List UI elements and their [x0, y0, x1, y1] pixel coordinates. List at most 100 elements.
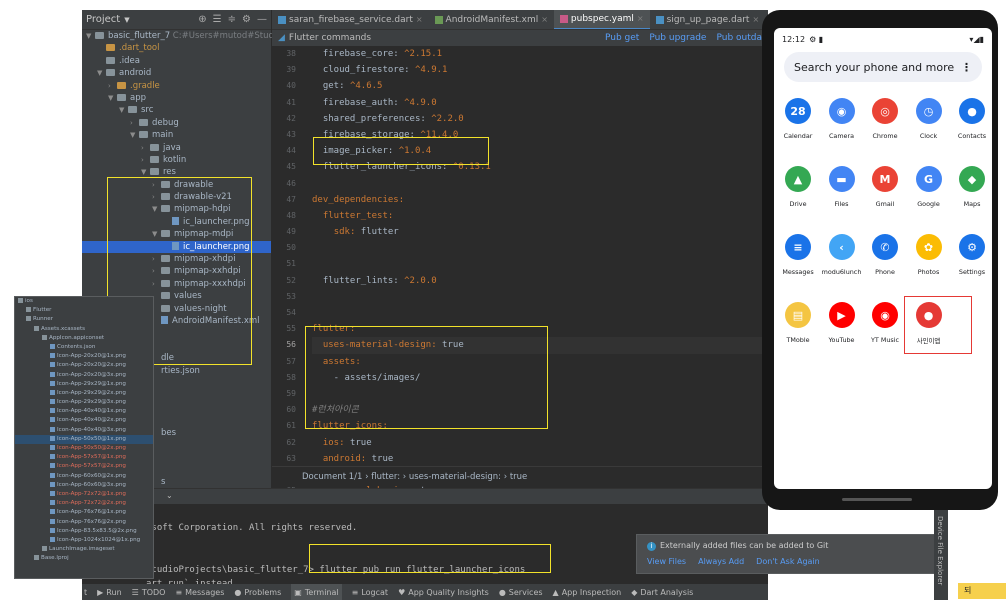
expand-icon[interactable]: ≑	[228, 14, 236, 25]
editor-tab[interactable]: pubspec.yaml ×	[553, 10, 650, 29]
ios-tree-item: Icon-App-20x20@2x.png	[15, 361, 153, 370]
chevron-down-icon[interactable]: ⌄	[166, 491, 173, 500]
tool-window-app-quality-insights[interactable]: ♥ App Quality Insights	[398, 588, 489, 597]
code-line[interactable]: firebase_core: ^2.15.1	[312, 46, 762, 62]
tool-window-run[interactable]: ▶ Run	[97, 588, 122, 597]
app-icon-google[interactable]: G Google	[907, 166, 951, 208]
search-bar[interactable]: Search your phone and more ⋮	[784, 52, 982, 82]
chevron-right-icon[interactable]: ›	[141, 154, 150, 166]
app-icon-messages[interactable]: ≡ Messages	[776, 234, 820, 276]
code-line[interactable]: sdk: flutter	[312, 224, 762, 240]
file-icon	[50, 518, 55, 524]
code-line[interactable]: flutter_lints: ^2.0.0	[312, 273, 762, 289]
app-icon-files[interactable]: ▬ Files	[820, 166, 864, 208]
notification-link[interactable]: Always Add	[698, 557, 744, 566]
minimize-icon[interactable]: —	[257, 14, 267, 25]
code-line[interactable]: dev_dependencies:	[312, 192, 762, 208]
code-line[interactable]: shared_preferences: ^2.2.0	[312, 111, 762, 127]
collapse-icon[interactable]: ☰	[213, 14, 222, 25]
chevron-down-icon[interactable]: ▼	[119, 104, 128, 116]
code-line[interactable]	[312, 289, 762, 305]
chevron-down-icon[interactable]: ▼	[108, 92, 117, 104]
line-number: 59	[286, 388, 296, 398]
editor-tab[interactable]: saran_firebase_service.dart ×	[272, 10, 429, 29]
tree-item[interactable]: › debug	[82, 117, 271, 129]
tool-window-terminal[interactable]: ▣ Terminal	[291, 584, 342, 600]
close-icon[interactable]: ×	[637, 10, 644, 29]
editor-tab[interactable]: AndroidManifest.xml ×	[429, 10, 554, 29]
gesture-nav-bar[interactable]	[842, 498, 912, 501]
flutter-command-link[interactable]: Pub get	[605, 33, 639, 43]
close-icon[interactable]: ×	[752, 10, 759, 29]
ios-tree-item: AppIcon.appiconset	[15, 334, 153, 343]
tree-item[interactable]: .idea	[82, 55, 271, 67]
emulator-screen[interactable]: 12:12 ⚙ ▮ ▾◢▮ Search your phone and more…	[774, 28, 992, 489]
tool-window-problems[interactable]: ● Problems	[234, 588, 281, 597]
tool-window-messages[interactable]: ≡ Messages	[175, 588, 224, 597]
code-line[interactable]: flutter_test:	[312, 208, 762, 224]
edge-button[interactable]: 되	[958, 583, 1006, 599]
app-icon-yt-music[interactable]: ◉ YT Music	[863, 302, 907, 344]
editor-tab[interactable]: sign_up_page.dart ×	[650, 10, 766, 29]
flutter-command-link[interactable]: Pub outda	[716, 33, 762, 43]
app-icon-maps[interactable]: ◆ Maps	[950, 166, 992, 208]
chevron-right-icon[interactable]: ›	[130, 117, 139, 129]
tool-window-dart-analysis[interactable]: ◆ Dart Analysis	[631, 588, 693, 597]
app-icon-modu6lunch[interactable]: ‹ modu6lunch	[820, 234, 864, 276]
tree-item[interactable]: ▼ basic_flutter_7 C:#Users#mutod#StudioPr…	[82, 30, 327, 42]
tree-item[interactable]: ▼ src	[82, 104, 271, 116]
close-icon[interactable]: ×	[541, 10, 548, 29]
code-line[interactable]	[312, 240, 762, 256]
tree-item[interactable]: ▼ app	[82, 92, 271, 104]
app-icon-calendar[interactable]: 28 Calendar	[776, 98, 820, 140]
chevron-right-icon[interactable]: ›	[141, 142, 150, 154]
app-icon-chrome[interactable]: ◎ Chrome	[863, 98, 907, 140]
chevron-down-icon[interactable]: ▼	[124, 16, 129, 24]
chevron-down-icon[interactable]: ▼	[130, 129, 139, 141]
device-file-explorer-tab[interactable]: Device File Explorer	[936, 516, 944, 585]
app-icon-contacts[interactable]: ● Contacts	[950, 98, 992, 140]
editor-breadcrumb[interactable]: Document 1/1 › flutter: › uses-material-…	[272, 466, 768, 486]
tree-item[interactable]: › .gradle	[82, 80, 271, 92]
tool-window-logcat[interactable]: ≡ Logcat	[352, 588, 388, 597]
code-line[interactable]: ios: true	[312, 435, 762, 451]
tool-window-services[interactable]: ● Services	[499, 588, 543, 597]
code-line[interactable]: firebase_auth: ^4.9.0	[312, 95, 762, 111]
chevron-down-icon[interactable]: ▼	[86, 30, 95, 42]
notification-link[interactable]: Don't Ask Again	[756, 557, 820, 566]
tool-window-t[interactable]: t	[84, 588, 87, 597]
tree-item[interactable]: ▼ main	[82, 129, 271, 141]
project-panel-title[interactable]: Project	[86, 14, 120, 25]
code-line[interactable]: get: ^4.6.5	[312, 78, 762, 94]
gear-icon[interactable]: ⚙	[242, 14, 251, 25]
more-vert-icon[interactable]: ⋮	[961, 61, 972, 74]
app-icon-youtube[interactable]: ▶ YouTube	[820, 302, 864, 344]
locate-icon[interactable]: ⊕	[198, 14, 206, 25]
app-icon-photos[interactable]: ✿ Photos	[907, 234, 951, 276]
tree-item[interactable]: › kotlin	[82, 154, 271, 166]
app-icon-drive[interactable]: ▲ Drive	[776, 166, 820, 208]
app-icon-clock[interactable]: ◷ Clock	[907, 98, 951, 140]
app-icon-tmoble[interactable]: ▤ TMoble	[776, 302, 820, 344]
app-label: modu6lunch	[821, 268, 862, 276]
chevron-down-icon[interactable]: ▼	[97, 67, 106, 79]
tree-item[interactable]: .dart_tool	[82, 42, 271, 54]
chevron-right-icon[interactable]: ›	[108, 80, 117, 92]
app-icon-phone[interactable]: ✆ Phone	[863, 234, 907, 276]
close-icon[interactable]: ×	[416, 10, 423, 29]
code-line[interactable]	[312, 176, 762, 192]
notification-link[interactable]: View Files	[647, 557, 686, 566]
code-line[interactable]: cloud_firestore: ^4.9.1	[312, 62, 762, 78]
code-line[interactable]	[312, 256, 762, 272]
tree-item[interactable]: › java	[82, 142, 271, 154]
app-icon-settings[interactable]: ⚙ Settings	[950, 234, 992, 276]
app-icon-gmail[interactable]: M Gmail	[863, 166, 907, 208]
app-icon-camera[interactable]: ◉ Camera	[820, 98, 864, 140]
tool-window-app-inspection[interactable]: ▲ App Inspection	[553, 588, 622, 597]
code-line[interactable]: android: true	[312, 451, 762, 467]
project-panel-header[interactable]: Project ▼ ⊕ ☰ ≑ ⚙ —	[82, 10, 271, 30]
code-line[interactable]	[312, 305, 762, 321]
tool-window-todo[interactable]: ☰ TODO	[132, 588, 166, 597]
tree-item[interactable]: ▼ android	[82, 67, 271, 79]
flutter-command-link[interactable]: Pub upgrade	[649, 33, 706, 43]
